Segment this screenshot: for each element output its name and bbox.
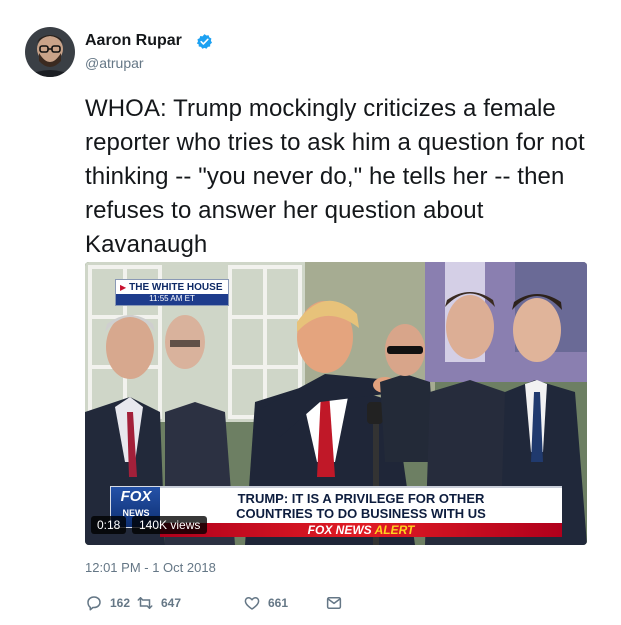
direct-message-button[interactable] xyxy=(325,592,350,614)
retweet-count: 647 xyxy=(161,596,182,610)
headline-line-1: TRUMP: IT IS A PRIVILEGE FOR OTHER xyxy=(237,491,485,506)
retweet-button[interactable]: 647 xyxy=(136,592,181,614)
badge-time: 11:55 AM ET xyxy=(116,294,228,305)
tweet-timestamp[interactable]: 12:01 PM - 1 Oct 2018 xyxy=(85,560,216,575)
heart-icon xyxy=(244,597,260,610)
play-arrow-icon: ▶ xyxy=(120,283,127,292)
video-player[interactable]: ▶ THE WHITE HOUSE 11:55 AM ET FOX NEWS TR… xyxy=(85,262,587,545)
video-duration: 0:18 xyxy=(91,516,127,534)
headline-line-2: COUNTRIES TO DO BUSINESS WITH US xyxy=(236,506,486,521)
live-location-badge: ▶ THE WHITE HOUSE 11:55 AM ET xyxy=(115,279,229,306)
like-count: 661 xyxy=(268,596,289,610)
retweet-icon xyxy=(137,597,153,609)
direct-message-icon xyxy=(326,597,342,609)
alert-bar: FOX NEWS ALERT xyxy=(160,523,562,537)
lower-third-banner: TRUMP: IT IS A PRIVILEGE FOR OTHER COUNT… xyxy=(160,486,562,537)
video-views: 140K views xyxy=(132,516,208,534)
alert-word: ALERT xyxy=(374,523,415,537)
banner-headline: TRUMP: IT IS A PRIVILEGE FOR OTHER COUNT… xyxy=(160,486,562,523)
author-handle[interactable]: @atrupar xyxy=(85,55,144,71)
badge-title: THE WHITE HOUSE xyxy=(129,282,223,293)
reply-button[interactable]: 162 xyxy=(85,592,130,614)
verified-badge-icon xyxy=(196,34,213,49)
logo-text: FOX xyxy=(120,488,152,505)
reply-icon xyxy=(87,596,101,611)
tweet-text: WHOA: Trump mockingly criticizes a femal… xyxy=(85,95,585,258)
author-name[interactable]: Aaron Rupar xyxy=(85,32,182,50)
tweet-card: Aaron Rupar @atrupar WHOA: Trump mocking… xyxy=(0,0,621,625)
avatar[interactable] xyxy=(25,27,75,77)
like-button[interactable]: 661 xyxy=(243,592,288,614)
reply-count: 162 xyxy=(110,596,131,610)
alert-brand: FOX NEWS xyxy=(307,523,372,537)
